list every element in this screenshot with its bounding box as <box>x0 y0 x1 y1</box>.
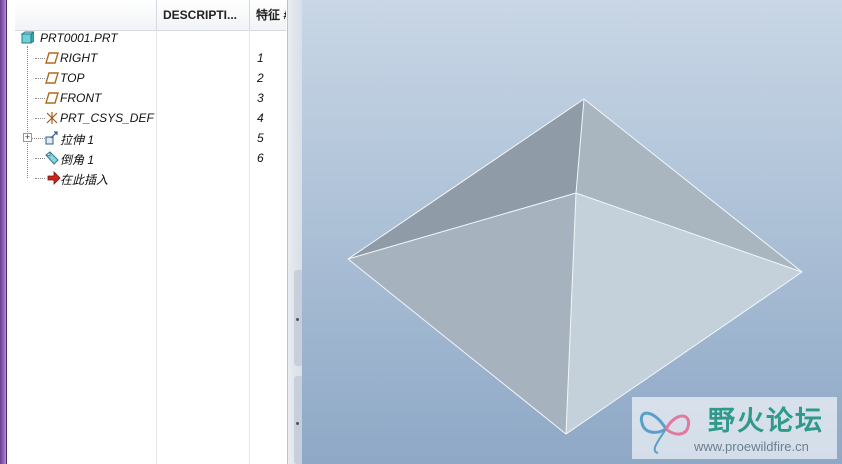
feature-number: 5 <box>257 131 264 145</box>
pyramid-model[interactable] <box>302 0 842 464</box>
tree-item-insert-here[interactable]: 在此插入 <box>15 168 286 188</box>
graphics-viewport[interactable]: 野火论坛 www.proewildfire.cn <box>302 0 842 464</box>
tree-item-chamfer[interactable]: 倒角 1 6 <box>15 148 286 168</box>
feature-number: 6 <box>257 151 264 165</box>
panel-splitter[interactable] <box>288 0 302 464</box>
column-header-description[interactable]: DESCRIPTI... <box>156 0 249 30</box>
tree-root-part[interactable]: PRT0001.PRT <box>15 28 286 48</box>
feature-number: 4 <box>257 111 264 125</box>
datum-plane-icon <box>45 71 59 85</box>
extrude-icon <box>45 131 59 145</box>
chamfer-icon <box>45 151 59 165</box>
datum-plane-icon <box>45 51 59 65</box>
forum-watermark: 野火论坛 www.proewildfire.cn <box>632 397 837 459</box>
tree-item-label: PRT_CSYS_DEF <box>60 111 154 125</box>
tree-item-label: RIGHT <box>60 51 98 65</box>
part-icon <box>20 31 36 45</box>
coordinate-system-icon <box>45 111 59 125</box>
tree-item-front[interactable]: FRONT 3 <box>15 88 286 108</box>
tree-item-csys[interactable]: PRT_CSYS_DEF 4 <box>15 108 286 128</box>
tree-item-label: 在此插入 <box>60 173 109 187</box>
expand-toggle[interactable]: + <box>23 133 32 142</box>
feature-number: 1 <box>257 51 264 65</box>
insert-here-arrow-icon <box>47 171 61 185</box>
model-tree-header: DESCRIPTI... 特征 # <box>15 0 286 31</box>
column-header-feature-number[interactable]: 特征 # <box>249 0 286 30</box>
tree-item-label: FRONT <box>60 91 102 105</box>
tree-root-label: PRT0001.PRT <box>40 31 118 45</box>
watermark-url: www.proewildfire.cn <box>694 439 809 454</box>
model-face-front-left <box>348 193 576 434</box>
tree-item-label: TOP <box>60 71 85 85</box>
feature-number: 2 <box>257 71 264 85</box>
datum-plane-icon <box>45 91 59 105</box>
feature-number: 3 <box>257 91 264 105</box>
tree-item-top[interactable]: TOP 2 <box>15 68 286 88</box>
tree-item-label: 拉伸 1 <box>60 133 95 147</box>
tree-item-right[interactable]: RIGHT 1 <box>15 48 286 68</box>
window-side-strip <box>0 0 7 464</box>
model-tree-panel: DESCRIPTI... 特征 # PRT0001.PRT RIGHT 1 TO… <box>7 0 288 464</box>
tree-item-extrude[interactable]: + 拉伸 1 5 <box>15 128 286 148</box>
tree-item-label: 倒角 1 <box>60 153 95 167</box>
butterfly-logo-icon <box>639 411 691 454</box>
column-header-name[interactable] <box>15 0 156 30</box>
watermark-title: 野火论坛 <box>708 406 824 437</box>
